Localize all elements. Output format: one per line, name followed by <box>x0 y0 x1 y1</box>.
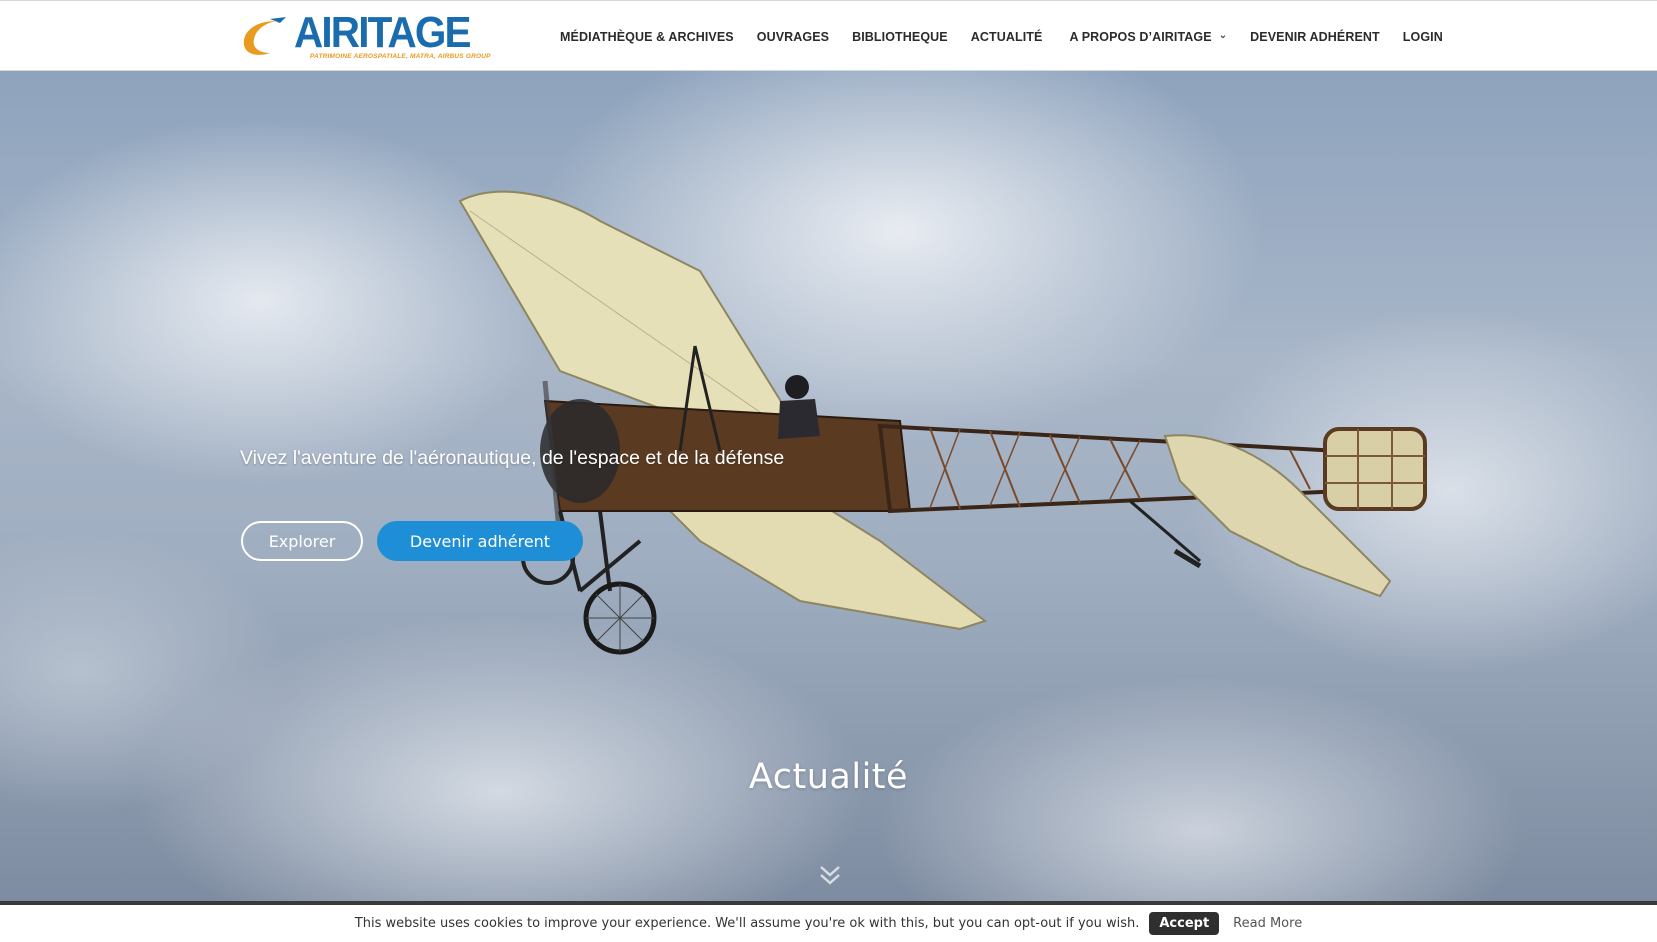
logo-wordmark: AIRITAGE <box>294 8 472 57</box>
nav-item-mediatheque[interactable]: MÉDIATHÈQUE & ARCHIVES <box>560 30 734 44</box>
nav-item-devenir-adherent[interactable]: DEVENIR ADHÉRENT <box>1250 30 1380 44</box>
nav-item-label: LOGIN <box>1402 29 1443 44</box>
nav-item-label: ACTUALITÉ <box>970 29 1043 44</box>
nav-item-label: OUVRAGES <box>756 29 830 44</box>
nav-item-label: A PROPOS D’AIRITAGE <box>1069 29 1212 44</box>
cookie-message: This website uses cookies to improve you… <box>354 916 1140 931</box>
nav-item-label: BIBLIOTHEQUE <box>852 29 948 44</box>
main-nav: MÉDIATHÈQUE & ARCHIVES OUVRAGES BIBLIOTH… <box>560 1 1466 72</box>
nav-item-ouvrages[interactable]: OUVRAGES <box>757 30 829 44</box>
cookie-consent-bar: This website uses cookies to improve you… <box>0 901 1657 942</box>
site-logo[interactable]: AIRITAGE PATRIMOINE AEROSPATIALE, MATRA,… <box>240 11 492 63</box>
nav-item-bibliotheque[interactable]: BIBLIOTHEQUE <box>852 30 948 44</box>
double-chevron-down-icon[interactable] <box>818 864 842 886</box>
section-title: Actualité <box>748 757 909 797</box>
nav-item-actualite[interactable]: ACTUALITÉ <box>971 30 1043 44</box>
explore-button[interactable]: Explorer <box>241 521 363 561</box>
nav-item-a-propos[interactable]: A PROPOS D’AIRITAGE ⌄ <box>1069 30 1227 44</box>
logo-swoosh-icon <box>243 17 286 55</box>
logo-tagline: PATRIMOINE AEROSPATIALE, MATRA, AIRBUS G… <box>310 53 491 60</box>
nav-item-label: DEVENIR ADHÉRENT <box>1250 29 1380 44</box>
nav-item-label: MÉDIATHÈQUE & ARCHIVES <box>560 29 734 44</box>
nav-item-login[interactable]: LOGIN <box>1403 30 1443 44</box>
hero-tagline: Vivez l'aventure de l'aéronautique, de l… <box>240 447 785 469</box>
join-button[interactable]: Devenir adhérent <box>377 521 583 561</box>
hero-banner: Vivez l'aventure de l'aéronautique, de l… <box>0 71 1657 901</box>
site-header: AIRITAGE PATRIMOINE AEROSPATIALE, MATRA,… <box>0 0 1657 71</box>
cookie-accept-button[interactable]: Accept <box>1149 912 1220 935</box>
chevron-down-icon: ⌄ <box>1218 30 1228 41</box>
cookie-read-more-link[interactable]: Read More <box>1233 916 1302 931</box>
